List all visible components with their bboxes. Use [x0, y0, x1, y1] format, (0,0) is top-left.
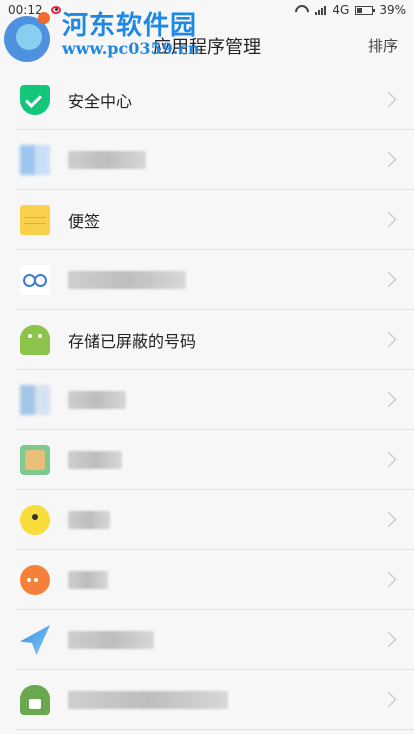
blurred-label [68, 511, 110, 529]
blurred-icon [20, 385, 50, 415]
blurred-label [68, 271, 186, 289]
notes-icon [20, 205, 50, 235]
app-row-security-center[interactable]: 安全中心 [0, 70, 414, 130]
app-row[interactable] [0, 370, 414, 430]
chevron-right-icon [380, 451, 397, 468]
signal-icon [315, 5, 327, 15]
blurred-label [68, 571, 108, 589]
app-row[interactable] [0, 490, 414, 550]
chevron-right-icon [380, 571, 397, 588]
app-list: 安全中心 便签 存储已屏蔽的号码 [0, 70, 414, 730]
shield-icon [20, 85, 50, 115]
blurred-label [68, 631, 154, 649]
app-label: 便签 [68, 212, 101, 231]
wifi-icon [295, 5, 309, 15]
paper-plane-icon [20, 625, 50, 655]
chevron-right-icon [380, 331, 397, 348]
watermark-url: www.pc0359.cn [62, 39, 200, 58]
app-row[interactable] [0, 130, 414, 190]
chevron-right-icon [380, 511, 397, 528]
chevron-right-icon [380, 211, 397, 228]
watermark-logo-icon [0, 6, 58, 64]
app-row-notes[interactable]: 便签 [0, 190, 414, 250]
app-row[interactable] [0, 550, 414, 610]
watermark: 河东软件园 www.pc0359.cn [0, 6, 200, 64]
network-type: 4G [332, 3, 350, 17]
chevron-right-icon [380, 91, 397, 108]
blurred-label [68, 451, 122, 469]
chevron-right-icon [380, 631, 397, 648]
blurred-label [68, 691, 228, 709]
sort-button[interactable]: 排序 [368, 35, 398, 56]
chat-bubble-icon [20, 565, 50, 595]
android-icon [20, 325, 50, 355]
chevron-right-icon [380, 271, 397, 288]
app-row[interactable] [0, 670, 414, 730]
app-row-blocked-numbers[interactable]: 存储已屏蔽的号码 [0, 310, 414, 370]
app-row[interactable] [0, 430, 414, 490]
app-label: 安全中心 [68, 92, 133, 111]
yellow-bird-icon [20, 505, 50, 535]
android-icon [20, 685, 50, 715]
app-label: 存储已屏蔽的号码 [68, 332, 197, 351]
app-row[interactable] [0, 610, 414, 670]
eyes-icon [20, 265, 50, 295]
picture-frame-icon [20, 445, 50, 475]
blurred-label [68, 151, 146, 169]
blurred-icon [20, 145, 50, 175]
chevron-right-icon [380, 151, 397, 168]
chevron-right-icon [380, 391, 397, 408]
app-row[interactable] [0, 250, 414, 310]
battery-icon [355, 5, 376, 15]
battery-level: 39% [379, 3, 406, 17]
blurred-label [68, 391, 126, 409]
watermark-title: 河东软件园 [62, 11, 198, 41]
chevron-right-icon [380, 691, 397, 708]
